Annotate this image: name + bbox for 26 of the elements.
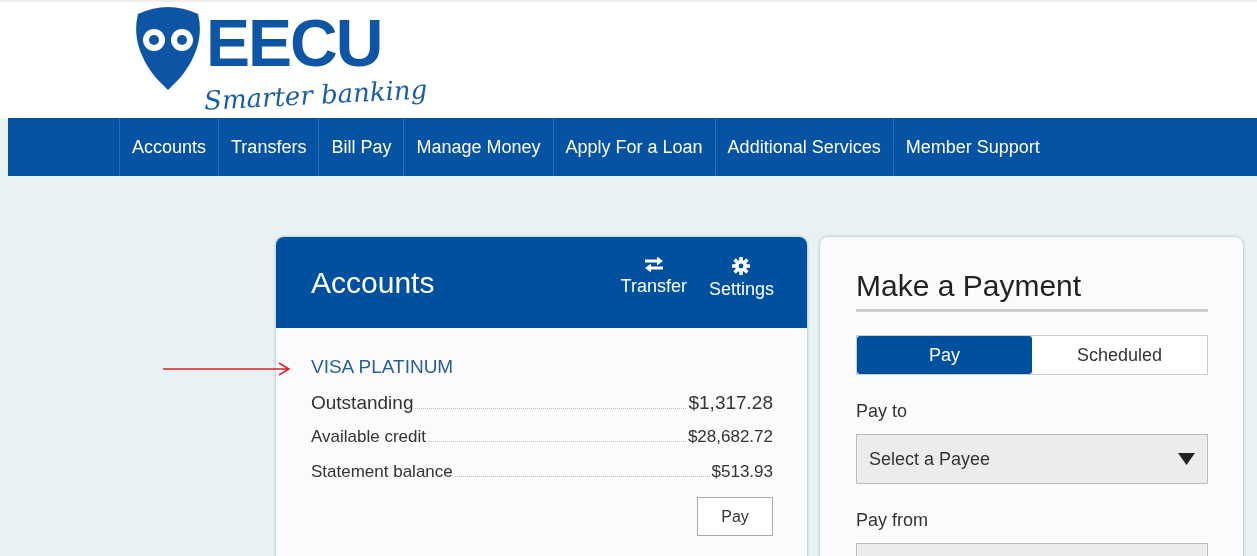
segment-tab[interactable]: Scheduled	[1032, 336, 1207, 374]
account-name[interactable]: VISA PLATINUM	[311, 356, 773, 378]
nav-link[interactable]: Bill Pay	[318, 118, 404, 176]
header-action-button[interactable]: Settings	[708, 257, 774, 300]
card-title: Accounts	[311, 265, 436, 300]
balance-amount: $513.93	[711, 462, 773, 482]
balance-label: Outstanding	[311, 392, 414, 414]
nav-link[interactable]: Transfers	[218, 118, 319, 176]
segment-tab[interactable]: Pay	[857, 336, 1032, 374]
nav-link[interactable]: Manage Money	[403, 118, 553, 176]
select-field[interactable]: Select a Payee	[856, 434, 1208, 484]
field-label: Pay from	[856, 510, 930, 531]
nav-link[interactable]: Additional Services	[714, 118, 893, 176]
header-action-button[interactable]: Transfer	[620, 257, 687, 300]
balance-amount: $28,682.72	[687, 427, 773, 447]
card-title: Make a Payment	[856, 269, 1208, 312]
nav-link[interactable]: Member Support	[892, 118, 1052, 176]
balance-label: Statement balance	[311, 462, 453, 482]
pay-button[interactable]: Pay	[697, 497, 773, 536]
balance-amount: $1,317.28	[688, 392, 773, 414]
field-label: Pay to	[856, 401, 909, 422]
balance-label: Available credit	[311, 427, 426, 447]
nav-link[interactable]: Accounts	[119, 118, 219, 176]
logo-tagline: Smarter banking	[203, 76, 428, 114]
logo-wordmark: EECU	[206, 10, 382, 76]
nav-link[interactable]: Apply For a Loan	[552, 118, 715, 176]
